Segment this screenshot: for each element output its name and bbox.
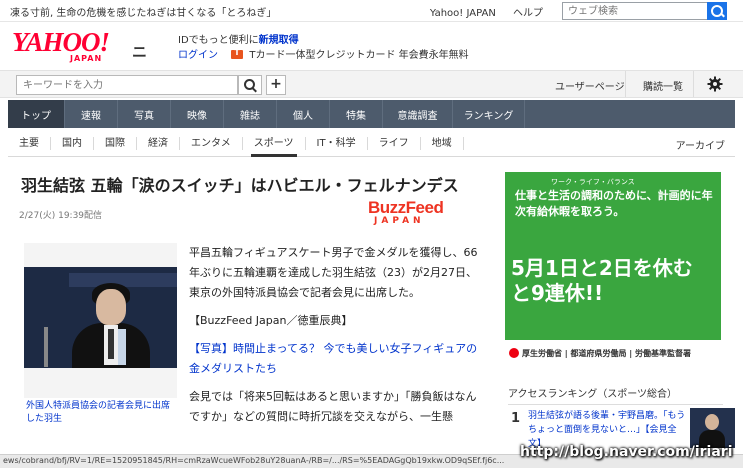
add-button[interactable]: +: [266, 75, 286, 95]
paragraph: 会見では「将来5回転はあると思いますか」「勝負飯はなんですか」などの質問に時折冗…: [189, 390, 477, 423]
promo-link[interactable]: 凍る寸前, 生命の危機を感じたねぎは甘くなる「とろねぎ」: [10, 4, 276, 19]
watermark: http://blog.naver.com/iriari: [520, 444, 733, 460]
tie-shape: [108, 329, 114, 359]
related-photo-link[interactable]: 【写真】時間止まってる？ 今でも美しい女子フィギュアの金メダリストたち: [189, 339, 482, 379]
site-header: YAHOO! JAPAN ニュース IDでもっと便利に新規取得 ログイン Tカー…: [0, 23, 743, 125]
article-photo[interactable]: [24, 243, 177, 398]
ad-headline: 仕事と生活の調和のために、計画的に年次有給休暇を取ろう。: [515, 189, 713, 218]
main-nav: トップ 速報 写真 映像 雑誌 個人 特集 意識調査 ランキング: [8, 100, 735, 128]
nav-tab[interactable]: 写真: [118, 100, 171, 128]
search-row: + ユーザーページ 購読一覧: [0, 70, 743, 98]
nav-tab[interactable]: 映像: [171, 100, 224, 128]
ad-footer-text: 厚生労働省 | 都道府県労働局 | 労働基準監督署: [522, 348, 691, 358]
yahoo-logo[interactable]: YAHOO! JAPAN ニュース: [12, 27, 147, 125]
buzzfeed-logo[interactable]: BuzzFeed JAPAN: [368, 199, 464, 231]
category-tab[interactable]: 経済: [137, 137, 180, 150]
subscriptions-link[interactable]: 購読一覧: [643, 78, 683, 93]
category-tab[interactable]: ライフ: [368, 137, 421, 150]
tcard-link[interactable]: Tカード一体型クレジットカード 年会費永年無料: [249, 50, 468, 61]
tcard-icon: [231, 48, 244, 59]
category-tab[interactable]: 主要: [8, 137, 51, 150]
search-icon[interactable]: [238, 75, 262, 95]
login-line: ログイン Tカード一体型クレジットカード 年会費永年無料: [178, 46, 469, 61]
category-nav: 主要 国内 国際 経済 エンタメ スポーツ IT・科学 ライフ 地域 アーカイブ: [8, 131, 735, 157]
id-promo: IDでもっと便利に新規取得: [178, 31, 299, 46]
gear-icon[interactable]: [707, 76, 723, 92]
category-tab[interactable]: エンタメ: [180, 137, 243, 150]
divider: [625, 71, 626, 97]
article-date: 2/27(火) 19:39配信: [19, 211, 103, 221]
credit: 【BuzzFeed Japan／徳重辰典】: [189, 314, 353, 327]
ad-kicker: ワーク・ライフ・バランス: [551, 178, 635, 186]
keyword-search-input[interactable]: [16, 75, 238, 95]
user-page-link[interactable]: ユーザーページ: [555, 78, 625, 93]
lanyard-shape: [118, 329, 126, 365]
paragraph: 平昌五輪フィギュアスケート男子で金メダルを獲得し、66年ぶりに五輪連覇を達成した…: [189, 246, 478, 299]
ranking-thumbnail[interactable]: [690, 408, 735, 448]
divider: [693, 71, 694, 97]
yahoo-japan-link[interactable]: Yahoo! JAPAN: [430, 8, 496, 19]
category-tab[interactable]: 国際: [94, 137, 137, 150]
nav-tab[interactable]: トップ: [8, 100, 65, 128]
nav-tab[interactable]: 速報: [65, 100, 118, 128]
press-conference-image: [24, 267, 177, 368]
photo-caption[interactable]: 外国人特派員協会の記者会見に出席した羽生: [26, 400, 176, 426]
category-tab[interactable]: IT・科学: [306, 137, 368, 150]
ranking-number: 1: [511, 411, 521, 426]
id-prefix: IDでもっと便利に: [178, 35, 259, 46]
nav-tab[interactable]: ランキング: [453, 100, 525, 128]
logo-sub: JAPAN: [70, 54, 103, 63]
source-logo-text: BuzzFeed: [368, 198, 444, 217]
ad-footer: 厚生労働省 | 都道府県労働局 | 労働基準監督署: [505, 340, 721, 366]
category-tab[interactable]: 国内: [51, 137, 94, 150]
category-tab[interactable]: 地域: [421, 137, 464, 150]
help-link[interactable]: ヘルプ: [513, 8, 543, 19]
article-title: 羽生結弦 五輪「涙のスイッチ」はハビエル・フェルナンデス: [21, 176, 459, 195]
archive-link[interactable]: アーカイブ: [676, 137, 725, 152]
logo-text: YAHOO!: [12, 27, 110, 57]
promo-bar: 凍る寸前, 生命の危機を感じたねぎは甘くなる「とろねぎ」 Yahoo! JAPA…: [0, 0, 743, 22]
nav-tab[interactable]: 特集: [330, 100, 383, 128]
register-link[interactable]: 新規取得: [259, 35, 299, 46]
article-body: 平昌五輪フィギュアスケート男子で金メダルを獲得し、66年ぶりに五輪連覇を達成した…: [189, 243, 482, 435]
mhlw-logo-icon: [509, 348, 519, 358]
face-shape: [96, 289, 126, 325]
source-logo-sub: JAPAN: [374, 216, 425, 226]
nav-tab[interactable]: 個人: [277, 100, 330, 128]
promo-links: Yahoo! JAPAN ヘルプ: [416, 4, 543, 19]
category-tab[interactable]: スポーツ: [243, 137, 306, 157]
nav-tab[interactable]: 雑誌: [224, 100, 277, 128]
web-search-input[interactable]: [562, 2, 708, 20]
web-search-button[interactable]: [707, 2, 727, 20]
ranking-header: アクセスランキング（スポーツ総合）: [508, 385, 723, 405]
ad-banner[interactable]: ワーク・ライフ・バランス 仕事と生活の調和のために、計画的に年次有給休暇を取ろう…: [505, 172, 721, 366]
ad-big-text: 5月1日と2日を休むと9連休!!: [511, 256, 693, 305]
login-link[interactable]: ログイン: [178, 50, 218, 61]
nav-tab[interactable]: 意識調査: [383, 100, 453, 128]
mic-shape: [44, 327, 48, 367]
